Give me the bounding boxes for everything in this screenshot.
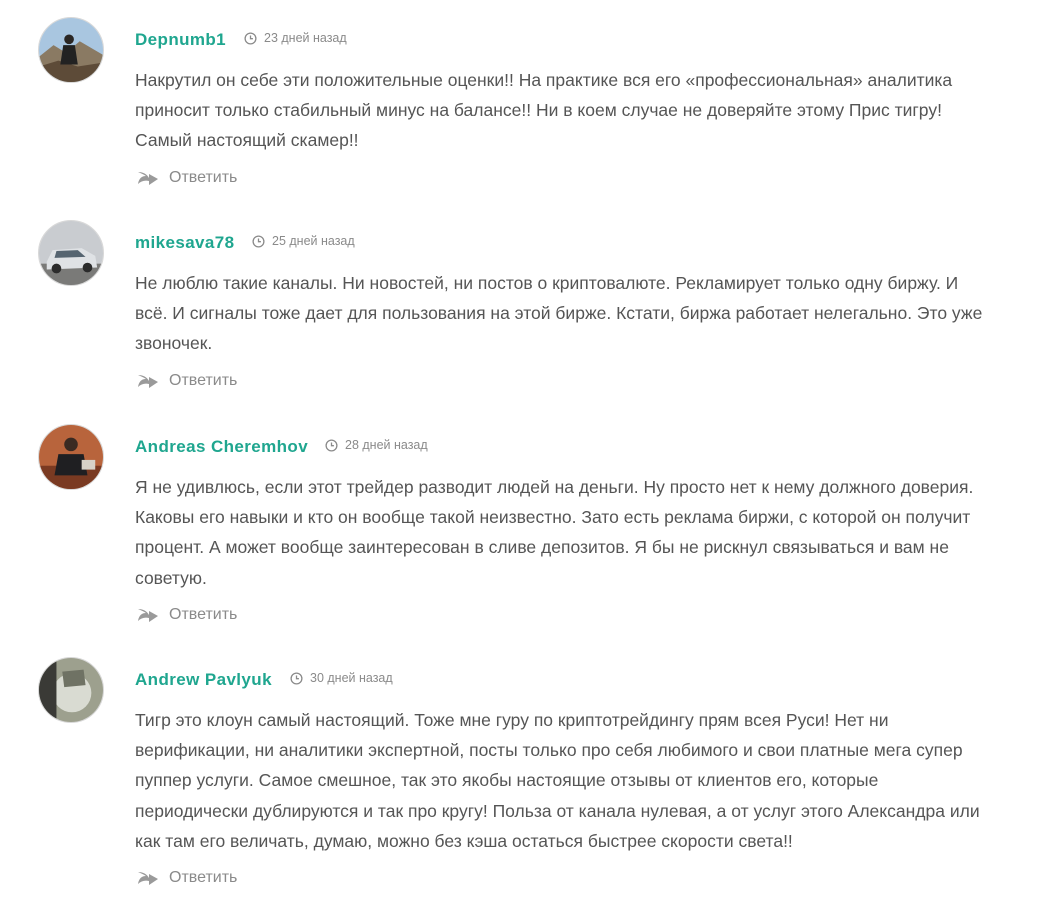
- reply-arrow-icon: [138, 172, 158, 185]
- comment-text: Тигр это клоун самый настоящий. Тоже мне…: [135, 710, 980, 851]
- comment-time: 30 дней назад: [310, 671, 393, 685]
- reply-arrow-icon: [138, 872, 158, 885]
- avatar[interactable]: [38, 424, 104, 490]
- comment-time: 23 дней назад: [264, 31, 347, 45]
- comment-date: 25 дней назад: [252, 234, 355, 248]
- reply-button[interactable]: Ответить: [137, 169, 237, 187]
- comment-time: 25 дней назад: [272, 234, 355, 248]
- reply-arrow-icon: [138, 609, 158, 622]
- reply-label: Ответить: [169, 606, 238, 623]
- clock-icon: [252, 234, 265, 248]
- comment-date: 23 дней назад: [244, 31, 347, 45]
- avatar[interactable]: [38, 17, 104, 83]
- comment-text: Не люблю такие каналы. Ни новостей, ни п…: [135, 273, 983, 354]
- reply-button[interactable]: Ответить: [137, 869, 237, 887]
- avatar-photo-mountain: [39, 18, 103, 82]
- comment-time: 28 дней назад: [345, 438, 428, 452]
- reply-arrow-icon: [138, 375, 158, 388]
- avatar-photo-blurred: [39, 658, 103, 722]
- clock-icon: [244, 31, 257, 45]
- comment-author[interactable]: Depnumb1: [135, 30, 226, 50]
- comment-text: Я не удивлюсь, если этот трейдер разводи…: [135, 477, 974, 588]
- avatar-photo-car: [39, 221, 103, 285]
- reply-label: Ответить: [169, 869, 238, 886]
- clock-icon: [325, 438, 338, 452]
- clock-icon: [290, 671, 303, 685]
- comment-author[interactable]: Andrew Pavlyuk: [135, 670, 272, 690]
- avatar-photo-person: [39, 425, 103, 489]
- comment-author[interactable]: Andreas Cheremhov: [135, 437, 308, 457]
- comment-date: 28 дней назад: [325, 438, 428, 452]
- reply-label: Ответить: [169, 169, 238, 186]
- avatar[interactable]: [38, 220, 104, 286]
- reply-button[interactable]: Ответить: [137, 372, 237, 390]
- reply-label: Ответить: [169, 372, 238, 389]
- comment-text: Накрутил он себе эти положительные оценк…: [135, 70, 953, 151]
- comment-author[interactable]: mikesava78: [135, 233, 234, 253]
- reply-button[interactable]: Ответить: [137, 606, 237, 624]
- comment-date: 30 дней назад: [290, 671, 393, 685]
- avatar[interactable]: [38, 657, 104, 723]
